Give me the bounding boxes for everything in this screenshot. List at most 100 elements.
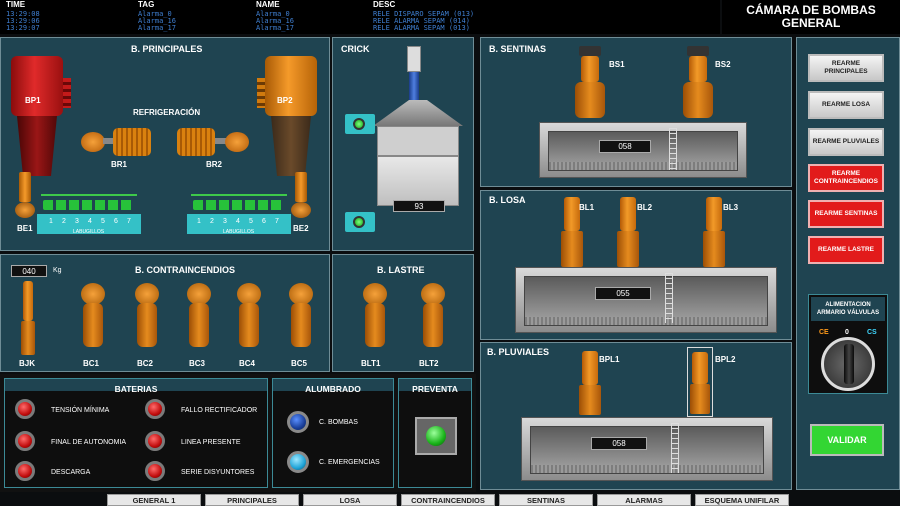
bp1-label: BP1 — [25, 96, 41, 105]
alarm-lamp-final-autonomia — [15, 431, 35, 451]
rearme-sentinas-button[interactable]: REARME SENTINAS — [808, 200, 884, 228]
pump-bpl2[interactable] — [687, 347, 713, 417]
pump-blt1[interactable] — [359, 283, 391, 349]
tank-losa — [515, 267, 777, 333]
alarm-header-time: TIME — [6, 0, 26, 9]
crick-hoist[interactable] — [373, 46, 463, 216]
tank-ladder — [669, 128, 677, 170]
rearme-pluviales-button[interactable]: REARME PLUVIALES — [808, 128, 884, 156]
alarm-row[interactable]: 13:29:07 — [6, 24, 40, 32]
br1-label: BR1 — [111, 160, 128, 169]
alarm-summary-bar[interactable]: TIME TAG NAME DESC 13:29:08 Alarma_0 Ala… — [0, 0, 720, 34]
pump-bl2[interactable] — [617, 197, 639, 271]
preventa-lamp — [426, 426, 446, 446]
pump-bp2[interactable] — [257, 56, 319, 186]
bpl1-label: BPL1 — [599, 355, 620, 364]
pump-bpl1[interactable] — [579, 351, 601, 417]
panel-baterias: BATERIAS TENSIÓN MÍNIMA FINAL DE AUTONOM… — [4, 378, 268, 488]
tank-pluviales — [521, 417, 773, 481]
pump-bc1[interactable] — [77, 283, 109, 349]
bl1-label: BL1 — [579, 203, 595, 212]
rearme-contraincendios-button[interactable]: REARME CONTRAINCENDIOS — [808, 164, 884, 192]
panel-title: B. LOSA — [489, 195, 526, 205]
valvulas-panel: ALIMENTACION ARMARIO VÁLVULAS CE 0 CS — [808, 294, 888, 394]
panel-title: B. PRINCIPALES — [131, 44, 203, 54]
bl2-label: BL2 — [637, 203, 653, 212]
crick-value: 93 — [393, 200, 445, 212]
manifold-left-label: LABUGILLOS — [73, 229, 105, 235]
selector-knob — [844, 344, 854, 384]
tab-general-1[interactable]: GENERAL 1 — [107, 494, 201, 506]
panel-title: ALUMBRADO — [305, 384, 361, 394]
lamp-c-bombas — [287, 411, 309, 433]
tab-principales[interactable]: PRINCIPALES — [205, 494, 299, 506]
panel-losa: B. LOSA BL1 BL2 BL3 055 — [480, 190, 792, 340]
crick-bottom-led — [353, 216, 365, 228]
br2-label: BR2 — [206, 160, 223, 169]
panel-title: PREVENTA — [412, 384, 458, 394]
pump-bp1[interactable] — [11, 56, 73, 186]
panel-principales: B. PRINCIPALES REFRIGERACIÓN BP1 BP2 BR1… — [0, 37, 330, 251]
tab-esquema-unifilar[interactable]: ESQUEMA UNIFILAR — [695, 494, 789, 506]
alarm-header-desc: DESC — [373, 0, 396, 9]
pump-bc4[interactable] — [233, 283, 265, 349]
panel-preventa: PREVENTA — [398, 378, 472, 488]
be2-label: BE2 — [293, 224, 309, 233]
alarm-lamp-linea-presente — [145, 431, 165, 451]
contraincendios-level-value: 040 — [11, 265, 47, 277]
be1-label: BE1 — [17, 224, 33, 233]
bs2-label: BS2 — [715, 60, 731, 69]
alarm-desc: RELE ALARMA SEPAM (013) — [373, 24, 470, 32]
panel-title: B. PLUVIALES — [487, 347, 550, 357]
alarm-lamp-serie-disyuntores — [145, 461, 165, 481]
page-title: CÁMARA DE BOMBAS GENERAL — [722, 0, 900, 34]
tank-ladder — [671, 423, 679, 473]
pump-blt2[interactable] — [417, 283, 449, 349]
panel-sentinas: B. SENTINAS BS1 BS2 058 — [480, 37, 792, 187]
rearme-losa-button[interactable]: REARME LOSA — [808, 91, 884, 119]
manifold-right-label: LABUGILLOS — [223, 229, 255, 235]
pump-bc3[interactable] — [183, 283, 215, 349]
panel-pluviales: B. PLUVIALES BPL1 BPL2 058 — [480, 342, 792, 490]
bjk-label: BJK — [19, 359, 36, 368]
pluviales-level-value: 058 — [591, 437, 647, 450]
level-unit: Kg — [53, 267, 62, 274]
tab-losa[interactable]: LOSA — [303, 494, 397, 506]
rearme-lastre-button[interactable]: REARME LASTRE — [808, 236, 884, 264]
rearme-principales-button[interactable]: REARME PRINCIPALES — [808, 54, 884, 82]
panel-title: BATERIAS — [114, 384, 158, 394]
pump-bs1[interactable] — [575, 46, 605, 122]
selector-switch[interactable] — [821, 337, 875, 391]
bpl2-label: BPL2 — [715, 355, 736, 364]
alarm-header-tag: TAG — [138, 0, 155, 9]
bc2-label: BC2 — [137, 359, 154, 368]
panel-contraincendios: B. CONTRAINCENDIOS 040 Kg BJK BC1 BC2 BC… — [0, 254, 330, 372]
pump-bc2[interactable] — [131, 283, 163, 349]
pump-be2[interactable] — [291, 172, 311, 220]
validar-button[interactable]: VALIDAR — [810, 424, 884, 456]
alarm-lamp-tension-minima — [15, 399, 35, 419]
panel-title: B. SENTINAS — [489, 44, 547, 54]
pump-bl3[interactable] — [703, 197, 725, 271]
pump-br2[interactable] — [177, 126, 249, 158]
alarm-lamp-descarga — [15, 461, 35, 481]
pump-bc5[interactable] — [285, 283, 317, 349]
bc4-label: BC4 — [239, 359, 256, 368]
bp2-label: BP2 — [277, 96, 293, 105]
pump-br1[interactable] — [81, 126, 153, 158]
pump-bs2[interactable] — [683, 46, 713, 122]
panel-title: B. CONTRAINCENDIOS — [135, 265, 236, 275]
crick-top-led — [353, 118, 365, 130]
sentinas-level-value: 058 — [599, 140, 651, 153]
panel-crick: CRICK 93 — [332, 37, 474, 251]
alarm-header-name: NAME — [256, 0, 280, 9]
tab-alarmas[interactable]: ALARMAS — [597, 494, 691, 506]
tab-sentinas[interactable]: SENTINAS — [499, 494, 593, 506]
blt2-label: BLT2 — [419, 359, 439, 368]
bc3-label: BC3 — [189, 359, 206, 368]
tab-contraincendios[interactable]: CONTRAINCENDIOS — [401, 494, 495, 506]
pump-be1[interactable] — [15, 172, 35, 220]
pump-bjk[interactable] — [21, 281, 35, 355]
panel-title: CRICK — [341, 44, 370, 54]
tank-ladder — [665, 273, 673, 323]
